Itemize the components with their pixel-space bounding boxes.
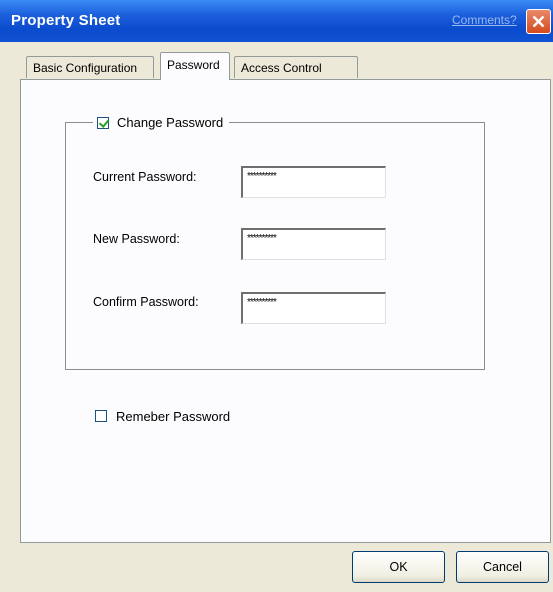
close-button[interactable] — [526, 9, 551, 34]
tab-password[interactable]: Password — [160, 52, 230, 80]
window-title: Property Sheet — [11, 12, 121, 29]
new-password-field[interactable]: ********** — [241, 228, 386, 260]
title-bar[interactable]: Property Sheet Comments? — [0, 0, 553, 42]
new-password-label: New Password: — [93, 232, 180, 246]
confirm-password-field[interactable]: ********** — [241, 292, 386, 324]
remember-password-label: Remeber Password — [116, 408, 231, 424]
cancel-button[interactable]: Cancel — [456, 551, 549, 583]
current-password-field[interactable]: ********** — [241, 166, 386, 198]
close-icon — [532, 15, 545, 28]
change-password-legend: Change Password — [93, 113, 230, 133]
comments-link[interactable]: Comments? — [452, 13, 517, 27]
change-password-label: Change Password — [117, 115, 224, 130]
current-password-label: Current Password: — [93, 170, 197, 184]
ok-button[interactable]: OK — [352, 551, 445, 583]
property-sheet-window: Property Sheet Comments? Basic Configura… — [0, 0, 553, 592]
tab-access-control[interactable]: Access Control — [234, 56, 358, 78]
change-password-checkbox[interactable] — [97, 117, 109, 129]
tab-basic-configuration[interactable]: Basic Configuration — [26, 56, 154, 78]
confirm-password-label: Confirm Password: — [93, 295, 199, 309]
remember-password-checkbox[interactable] — [95, 410, 107, 422]
tab-panel-password: Change Password Current Password: ******… — [20, 79, 551, 543]
remember-password-row: Remeber Password — [95, 406, 230, 426]
